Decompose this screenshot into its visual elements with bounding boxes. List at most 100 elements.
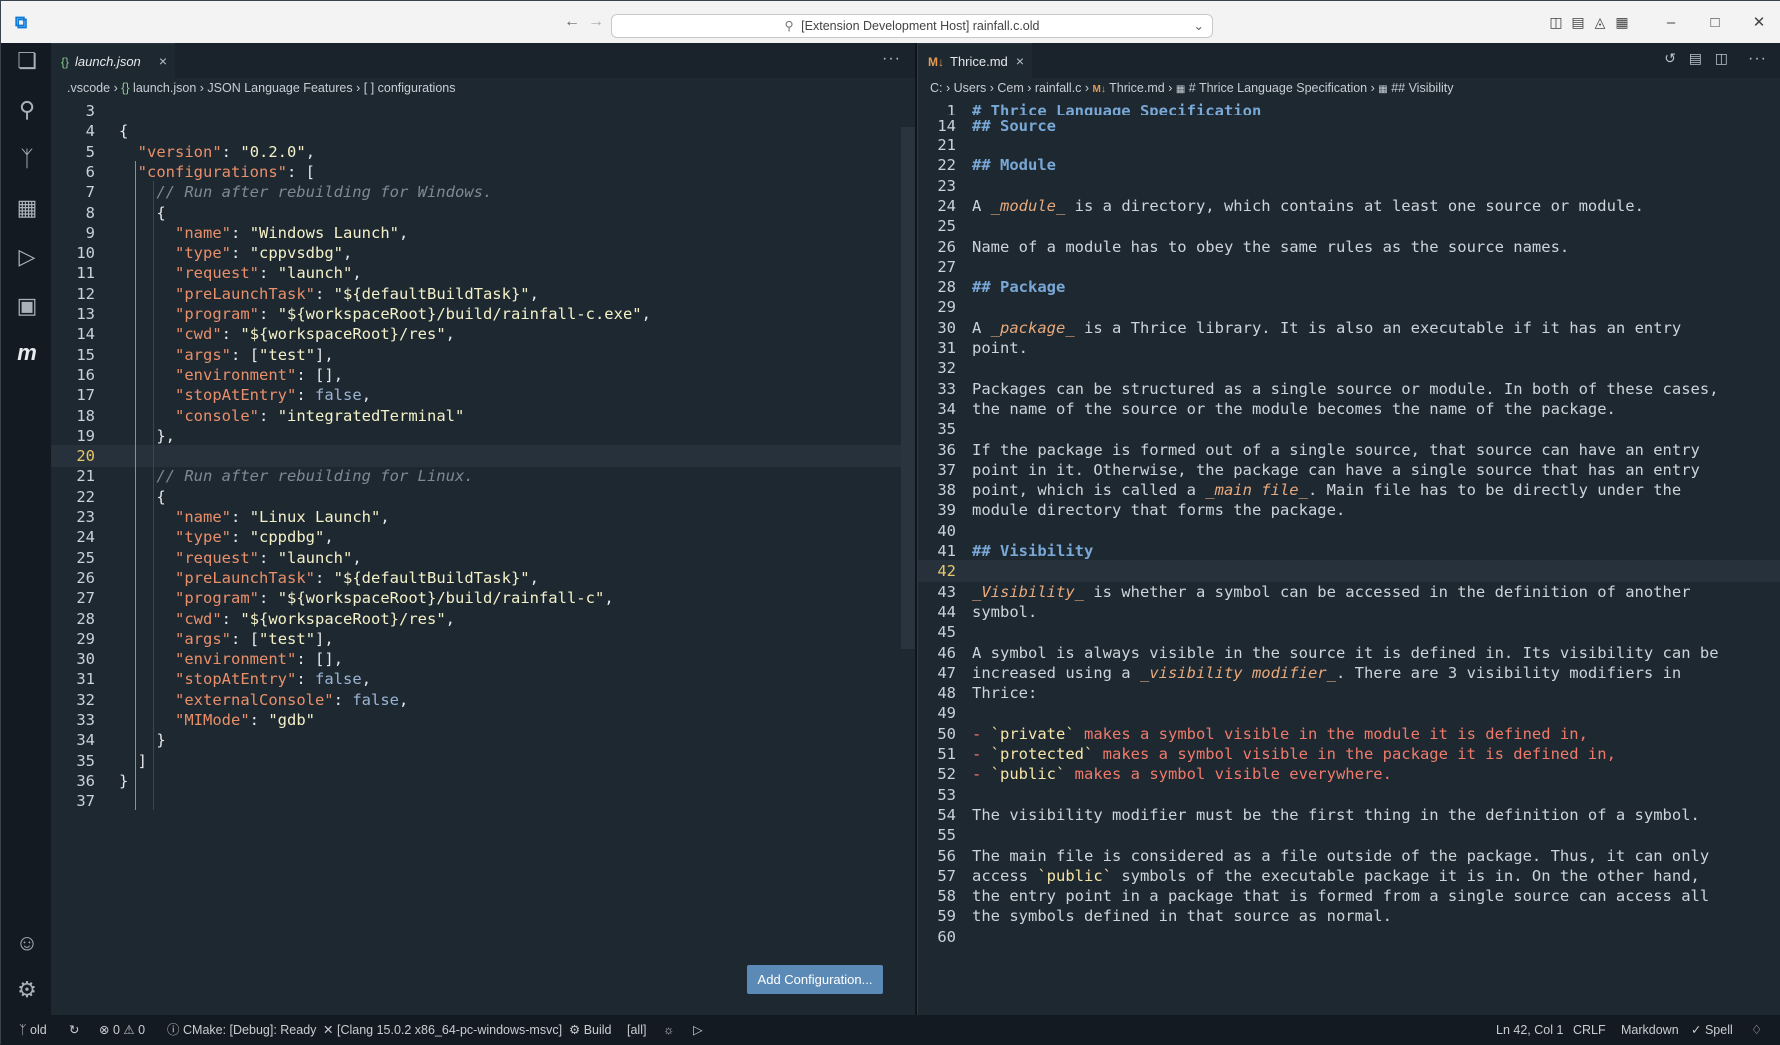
language-mode[interactable]: Markdown <box>1621 1015 1679 1045</box>
more-actions-icon[interactable]: ··· <box>1748 50 1767 68</box>
build-label: Build <box>583 1023 612 1037</box>
build-target[interactable]: [all] <box>627 1015 646 1045</box>
breadcrumb-item[interactable]: launch.json <box>133 81 196 95</box>
code-line: 58 the entry point in a package that is f… <box>918 885 1780 907</box>
run-play-icon[interactable]: ▷ <box>693 1015 703 1045</box>
command-center-search[interactable]: ⚲ [Extension Development Host] rainfall.… <box>611 14 1213 38</box>
debug-bug-icon[interactable]: ☼ <box>663 1015 674 1045</box>
title-bar: ⧉ ← → ⚲ [Extension Development Host] rai… <box>1 1 1780 43</box>
line-number: 26 <box>76 568 95 587</box>
code-text: - `public` makes a symbol visible everyw… <box>972 765 1392 784</box>
right-tab-bar: M↓ Thrice.md × ↺ ▤ ◫ ··· <box>918 43 1780 78</box>
code-line: 23 "name": "Linux Launch", <box>51 506 915 528</box>
more-actions-icon[interactable]: ··· <box>882 50 901 68</box>
code-text: "program": "${workspaceRoot}/build/rainf… <box>175 589 614 608</box>
code-line: 23 <box>918 175 1780 197</box>
account-icon[interactable]: ☺ <box>13 929 41 957</box>
breadcrumb-item[interactable]: # Thrice Language Specification <box>1189 81 1367 95</box>
close-window-icon[interactable]: ✕ <box>1737 13 1780 31</box>
code-line: 8 { <box>51 202 915 224</box>
toggle-secondary-sidebar-icon[interactable]: ◬ <box>1589 14 1611 31</box>
code-line: 11 "request": "launch", <box>51 262 915 284</box>
run-debug-icon[interactable]: ▷ <box>13 243 41 271</box>
forward-arrow-icon[interactable]: → <box>588 13 604 31</box>
search-icon[interactable]: ⚲ <box>13 96 41 124</box>
chevron-down-icon[interactable]: ⌄ <box>1194 15 1204 37</box>
problems-status[interactable]: ⊗ 0 ⚠ 0 <box>99 1015 145 1045</box>
line-number: 28 <box>76 609 95 628</box>
breadcrumb-item[interactable]: JSON Language Features <box>207 81 352 95</box>
breadcrumb-item[interactable]: .vscode <box>67 81 110 95</box>
tab-thrice-md[interactable]: M↓ Thrice.md × <box>918 43 1032 78</box>
breadcrumb-item[interactable]: Thrice.md <box>1109 81 1165 95</box>
command-center-label: [Extension Development Host] rainfall.c.… <box>801 19 1040 33</box>
minimize-icon[interactable]: – <box>1649 14 1693 31</box>
code-text: the entry point in a package that is for… <box>972 887 1710 906</box>
cursor-position[interactable]: Ln 42, Col 1 <box>1496 1015 1563 1045</box>
line-ending[interactable]: CRLF <box>1573 1015 1606 1045</box>
code-text: point in it. Otherwise, the package can … <box>972 460 1700 479</box>
toggle-primary-sidebar-icon[interactable]: ◫ <box>1545 14 1567 31</box>
code-line: 10 "type": "cppvsdbg", <box>51 242 915 264</box>
sync-icon[interactable]: ↻ <box>69 1015 79 1045</box>
cmake-icon[interactable]: m <box>13 339 41 367</box>
back-arrow-icon[interactable]: ← <box>564 13 580 31</box>
code-line: 54 The visibility modifier must be the fi… <box>918 804 1780 826</box>
heading-symbol-icon: ▦ <box>1378 84 1388 95</box>
vscode-logo-icon: ⧉ <box>15 13 28 32</box>
problems-count: 0 ⚠ 0 <box>112 1023 146 1037</box>
close-tab-icon[interactable]: × <box>159 44 167 79</box>
kit-status[interactable]: ✕ [Clang 15.0.2 x86_64-pc-windows-msvc] <box>323 1015 562 1045</box>
breadcrumb-item[interactable]: C: <box>930 81 943 95</box>
toggle-panel-icon[interactable]: ▤ <box>1567 14 1589 31</box>
extensions-icon[interactable]: ▦ <box>13 194 41 222</box>
breadcrumb-item[interactable]: [ ] configurations <box>364 81 456 95</box>
cmake-status[interactable]: ⓘ CMake: [Debug]: Ready <box>167 1015 316 1045</box>
settings-gear-icon[interactable]: ⚙ <box>13 976 41 1004</box>
title-bar-controls: ◫ ▤ ◬ ▦ – □ ✕ <box>1545 1 1780 43</box>
markdown-code-editor[interactable]: 1 # Thrice Language Specification 14 ## Sou… <box>918 100 1780 1015</box>
breadcrumb-item[interactable]: ## Visibility <box>1391 81 1453 95</box>
open-preview-icon[interactable]: ▤ <box>1689 50 1703 67</box>
code-text: A _package_ is a Thrice library. It is a… <box>972 318 1682 337</box>
breadcrumb-item[interactable]: Cem <box>997 81 1023 95</box>
build-button[interactable]: ⚙ Build <box>569 1015 612 1045</box>
line-number: 25 <box>937 217 956 236</box>
code-line: 56 The main file is considered as a file … <box>918 845 1780 867</box>
code-line: 26 Name of a module has to obey the same … <box>918 236 1780 258</box>
code-line: 37 <box>51 790 915 812</box>
code-line: 38 point, which is called a _main file_. … <box>918 479 1780 501</box>
close-tab-icon[interactable]: × <box>1016 44 1024 79</box>
split-editor-icon[interactable]: ◫ <box>1715 50 1729 67</box>
code-line: 36 If the package is formed out of a sing… <box>918 439 1780 461</box>
notifications-bell-icon[interactable]: ♢ <box>1751 1015 1762 1045</box>
maximize-icon[interactable]: □ <box>1693 14 1737 31</box>
tab-launch-json[interactable]: {} launch.json × <box>51 43 175 78</box>
line-number: 35 <box>76 751 95 770</box>
customize-layout-icon[interactable]: ▦ <box>1611 14 1633 31</box>
branch-status[interactable]: ᛉ old <box>19 1015 47 1045</box>
breadcrumb-item[interactable]: rainfall.c <box>1035 81 1082 95</box>
code-text: "request": "launch", <box>175 264 362 283</box>
spell-status[interactable]: ✓ Spell <box>1691 1015 1733 1045</box>
remote-explorer-icon[interactable]: ▣ <box>13 292 41 320</box>
code-text: "MIMode": "gdb" <box>175 711 316 729</box>
left-scrollbar[interactable] <box>901 127 915 649</box>
json-code-editor[interactable]: 3 4{5 "version": "0.2.0", 6 "configuration… <box>51 100 915 1015</box>
add-configuration-button[interactable]: Add Configuration... <box>747 965 883 994</box>
code-line: 24 "type": "cppdbg", <box>51 526 915 548</box>
code-text: "preLaunchTask": "${defaultBuildTask}", <box>175 568 539 587</box>
line-number: 60 <box>937 927 956 946</box>
line-number: 8 <box>85 203 95 222</box>
explorer-icon[interactable]: ❏ <box>13 47 41 75</box>
sticky-heading[interactable]: 14 ## Source <box>918 115 1780 137</box>
source-control-icon[interactable]: ᛉ <box>13 145 41 173</box>
line-number: 36 <box>937 440 956 459</box>
code-text: "name": "Windows Launch", <box>175 223 409 242</box>
code-line: 33 Packages can be structured as a single… <box>918 378 1780 400</box>
indent-guide <box>135 160 136 811</box>
line-number: 26 <box>937 237 956 256</box>
open-changes-icon[interactable]: ↺ <box>1664 50 1677 67</box>
breadcrumb-item[interactable]: Users <box>954 81 987 95</box>
code-line: 55 <box>918 824 1780 846</box>
